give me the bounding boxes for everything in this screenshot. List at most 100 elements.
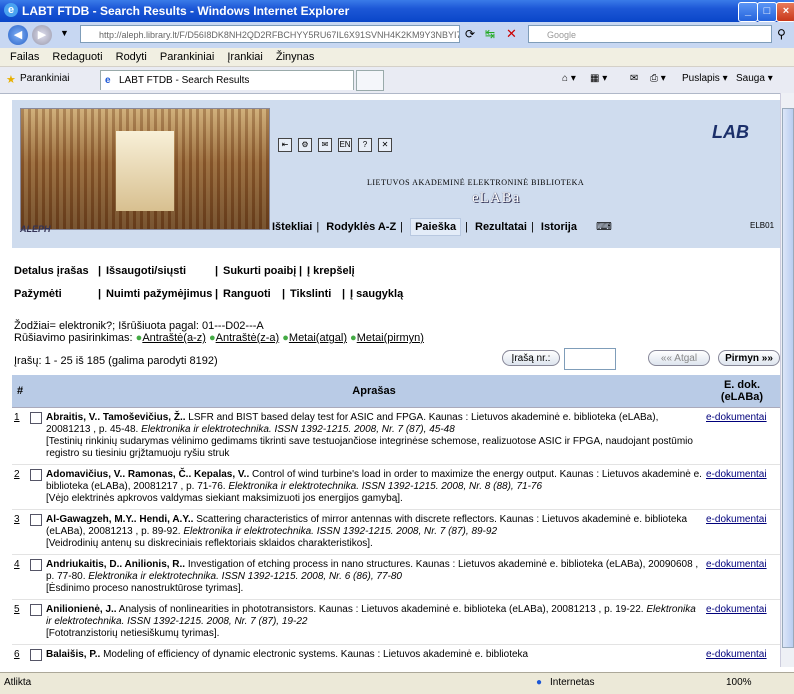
language-en-icon[interactable]: EN (338, 138, 352, 152)
record-checkbox[interactable] (30, 469, 42, 481)
close-icon[interactable]: × (776, 2, 794, 22)
action-save-send[interactable]: Išsaugoti/siųsti (106, 265, 186, 277)
e-documents-link[interactable]: e-dokumentai (706, 559, 767, 570)
preferences-icon[interactable]: ⚙ (298, 138, 312, 152)
sort-year-asc[interactable]: Metai(pirmyn) (357, 332, 424, 344)
status-bar: Atlikta ● Internetas 100% (0, 672, 794, 694)
nav-istorija[interactable]: Istorija (541, 221, 577, 233)
search-input[interactable]: Google (528, 25, 772, 43)
record-number-link[interactable]: 1 (14, 412, 20, 423)
maximize-icon[interactable]: □ (757, 2, 777, 22)
favorites-button[interactable]: Parankiniai (20, 73, 69, 84)
logout-icon[interactable]: ⇤ (278, 138, 292, 152)
e-documents-link[interactable]: e-dokumentai (706, 514, 767, 525)
close-session-icon[interactable]: ✕ (378, 138, 392, 152)
menu-favorites[interactable]: Parankiniai (160, 48, 214, 66)
sort-year-desc[interactable]: Metai(atgal) (289, 332, 347, 344)
action-detailed-record[interactable]: Detalus įrašas (14, 265, 89, 277)
favorites-star-icon[interactable]: ★ (6, 73, 16, 86)
e-documents-link[interactable]: e-dokumentai (706, 412, 767, 423)
sort-options: Rūšiavimo pasirinkimas: ●Antraštė(a-z) ●… (14, 332, 424, 344)
record-checkbox[interactable] (30, 514, 42, 526)
page-content: ALEPH ⇤ ⚙ ✉ EN ? ✕ LIETUVOS AKADEMINĖ EL… (12, 100, 780, 666)
e-documents-link[interactable]: e-dokumentai (706, 469, 767, 480)
jump-to-record-button[interactable]: Įrašą nr.: (502, 350, 560, 366)
column-number: # (12, 375, 28, 408)
sort-label: Rūšiavimo pasirinkimas: (14, 332, 133, 344)
record-checkbox[interactable] (30, 412, 42, 424)
back-icon[interactable]: ◀ (8, 25, 28, 45)
record-number-link[interactable]: 5 (14, 604, 20, 615)
safety-menu[interactable]: Sauga ▾ (736, 73, 773, 84)
record-checkbox[interactable] (30, 649, 42, 661)
feeds-icon[interactable]: ▦ ▾ (590, 73, 607, 84)
column-description[interactable]: Aprašas (44, 375, 704, 408)
action-refine[interactable]: Tikslinti (290, 288, 331, 300)
record-number-link[interactable]: 3 (14, 514, 20, 525)
record-checkbox[interactable] (30, 604, 42, 616)
menu-file[interactable]: Failas (10, 48, 39, 66)
record-note: [Fototranzistorių netiesiškumų tyrimas]. (46, 628, 220, 639)
tab-labt-search-results[interactable]: e LABT FTDB - Search Results (100, 70, 354, 90)
action-to-basket[interactable]: Į krepšelį (307, 265, 355, 277)
table-row: 2 Adomavičius, V.. Ramonas, Č.. Kepalas, … (12, 464, 780, 510)
record-number-link[interactable]: 4 (14, 559, 20, 570)
address-input[interactable]: http://aleph.library.lt/F/D56I8DK8NH2QD2… (80, 25, 460, 43)
record-number-link[interactable]: 2 (14, 469, 20, 480)
vertical-scrollbar[interactable] (780, 93, 794, 667)
nav-rezultatai[interactable]: Rezultatai (475, 221, 527, 233)
print-icon[interactable]: ⎙ ▾ (650, 73, 666, 84)
feedback-mail-icon[interactable]: ✉ (318, 138, 332, 152)
record-authors: Balaišis, P.. (46, 649, 101, 660)
sort-title-az[interactable]: Antraštė(a-z) (142, 332, 206, 344)
search-icon[interactable]: ⚲ (777, 27, 786, 41)
action-rank[interactable]: Ranguoti (223, 288, 271, 300)
sort-title-za[interactable]: Antraštė(z-a) (216, 332, 280, 344)
previous-page-button[interactable]: «« Atgal (648, 350, 710, 366)
record-checkbox[interactable] (30, 559, 42, 571)
action-deselect[interactable]: Nuimti pažymėjimus (106, 288, 212, 300)
record-journal: Elektronika ir elektrotechnika. ISSN 139… (228, 481, 543, 492)
action-select[interactable]: Pažymėti (14, 288, 62, 300)
stop-icon[interactable]: ✕ (506, 26, 517, 42)
refresh-icon[interactable]: ⟳ (465, 27, 475, 41)
search-info: Žodžiai= elektronik?; Išrūšiuota pagal: … (14, 320, 424, 344)
history-dropdown-icon[interactable]: ▼ (60, 28, 69, 38)
record-note: [Testinių rinkinių sudarymas vėlinimo ge… (46, 436, 693, 459)
menu-help[interactable]: Žinynas (276, 48, 315, 66)
record-description: Adomavičius, V.. Ramonas, Č.. Kepalas, V… (44, 464, 704, 510)
action-to-storage[interactable]: Į saugyklą (350, 288, 403, 300)
mail-icon[interactable]: ✉ (630, 73, 638, 84)
new-tab-button[interactable] (356, 70, 384, 91)
site-header: ALEPH ⇤ ⚙ ✉ EN ? ✕ LIETUVOS AKADEMINĖ EL… (12, 100, 780, 248)
nav-istekliai[interactable]: Ištekliai (272, 221, 312, 233)
page-menu[interactable]: Puslapis ▾ (682, 73, 728, 84)
home-icon[interactable]: ⌂ ▾ (562, 73, 576, 84)
record-authors: Abraitis, V.. Tamoševičius, Ž.. (46, 412, 186, 423)
record-note: [Ėsdinimo proceso nanostruktūrose tyrima… (46, 583, 244, 594)
nav-paieska[interactable]: Paieška (410, 218, 462, 236)
action-create-subset[interactable]: Sukurti poaibį (223, 265, 296, 277)
e-documents-link[interactable]: e-dokumentai (706, 604, 767, 615)
menu-view[interactable]: Rodyti (116, 48, 147, 66)
keyboard-icon[interactable]: ⌨ (596, 221, 612, 233)
forward-icon[interactable]: ▶ (32, 25, 52, 45)
nav-rodykles[interactable]: Rodyklės A-Z (326, 221, 396, 233)
table-row: 5 Anilionienė, J.. Analysis of nonlineari… (12, 599, 780, 645)
window-title-bar[interactable]: e LABT FTDB - Search Results - Windows I… (0, 0, 794, 22)
safety-menu-label: Sauga (736, 73, 765, 84)
record-number-link[interactable]: 6 (14, 649, 20, 660)
library-name: LIETUVOS AKADEMINĖ ELEKTRONINĖ BIBLIOTEK… (367, 178, 585, 187)
menu-tools[interactable]: Įrankiai (227, 48, 262, 66)
help-icon[interactable]: ? (358, 138, 372, 152)
zoom-level[interactable]: 100% (726, 677, 752, 688)
tab-title: LABT FTDB - Search Results (119, 75, 250, 86)
database-code: ELB01 (750, 221, 775, 230)
record-number-input[interactable] (564, 348, 616, 370)
compat-icon[interactable]: ↹ (485, 27, 495, 41)
menu-edit[interactable]: Redaguoti (52, 48, 102, 66)
minimize-icon[interactable]: _ (738, 2, 758, 22)
e-documents-link[interactable]: e-dokumentai (706, 649, 767, 660)
scrollbar-thumb[interactable] (782, 108, 794, 648)
next-page-button[interactable]: Pirmyn »» (718, 350, 780, 366)
